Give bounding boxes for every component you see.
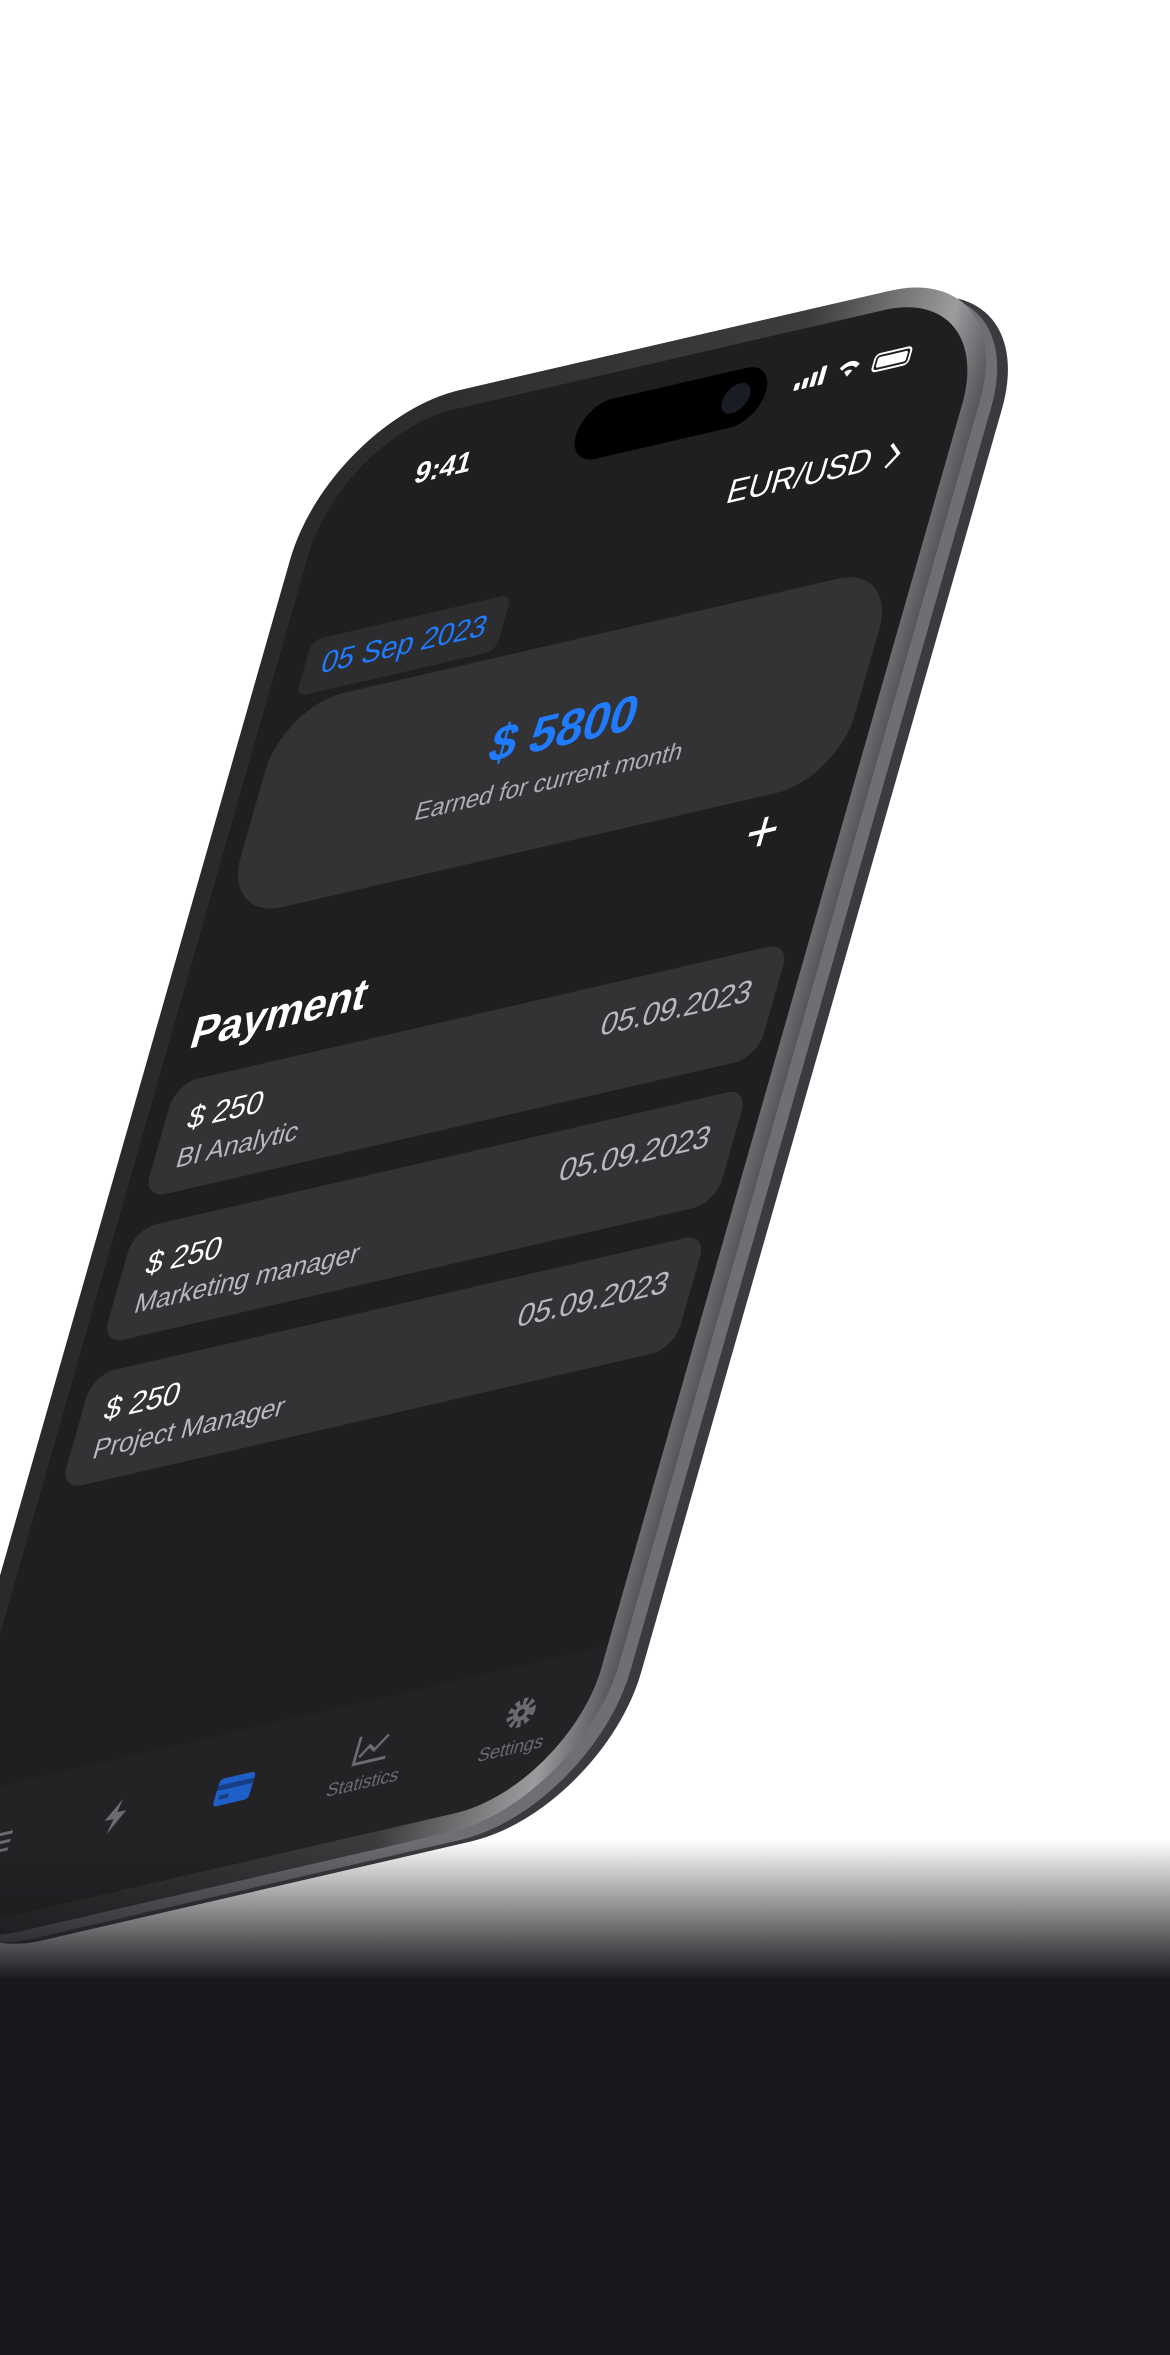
signal-icon — [793, 365, 828, 392]
phone-frame: 9:41 EUR/USD 05 Sep 2023 $ 5800 Earned f… — [0, 260, 1021, 1962]
chart-icon — [348, 1724, 398, 1770]
bolt-icon — [90, 1794, 140, 1840]
card-icon — [209, 1766, 259, 1812]
camera-icon — [717, 380, 755, 417]
tab-label: Statistics — [324, 1762, 403, 1801]
currency-pair-link[interactable]: EUR/USD — [722, 433, 907, 513]
tab-label: Settings — [475, 1729, 547, 1766]
status-time: 9:41 — [410, 444, 477, 491]
tab-settings[interactable]: Settings — [475, 1687, 559, 1767]
add-payment-button[interactable]: + — [733, 793, 793, 868]
app-screen: 9:41 EUR/USD 05 Sep 2023 $ 5800 Earned f… — [0, 284, 997, 1939]
tab-actions[interactable] — [88, 1794, 140, 1846]
payment-date: 05.09.2023 — [596, 973, 757, 1044]
bottom-fade-overlay — [0, 1840, 1170, 2355]
chevron-right-icon — [884, 442, 901, 469]
payment-list: $ 250 BI Analytic 05.09.2023 $ 250 Marke… — [51, 941, 791, 1521]
status-icons — [793, 343, 914, 392]
dynamic-island — [567, 361, 775, 466]
tab-statistics[interactable]: Statistics — [324, 1720, 415, 1802]
wifi-icon — [832, 354, 866, 382]
currency-pair-label: EUR/USD — [722, 439, 878, 512]
tab-payments[interactable] — [208, 1766, 260, 1818]
battery-icon — [870, 345, 914, 374]
gear-icon — [496, 1690, 546, 1736]
payment-date: 05.09.2023 — [513, 1264, 674, 1335]
earnings-summary-card: $ 5800 Earned for current month — [222, 564, 898, 921]
payment-date: 05.09.2023 — [554, 1119, 716, 1190]
